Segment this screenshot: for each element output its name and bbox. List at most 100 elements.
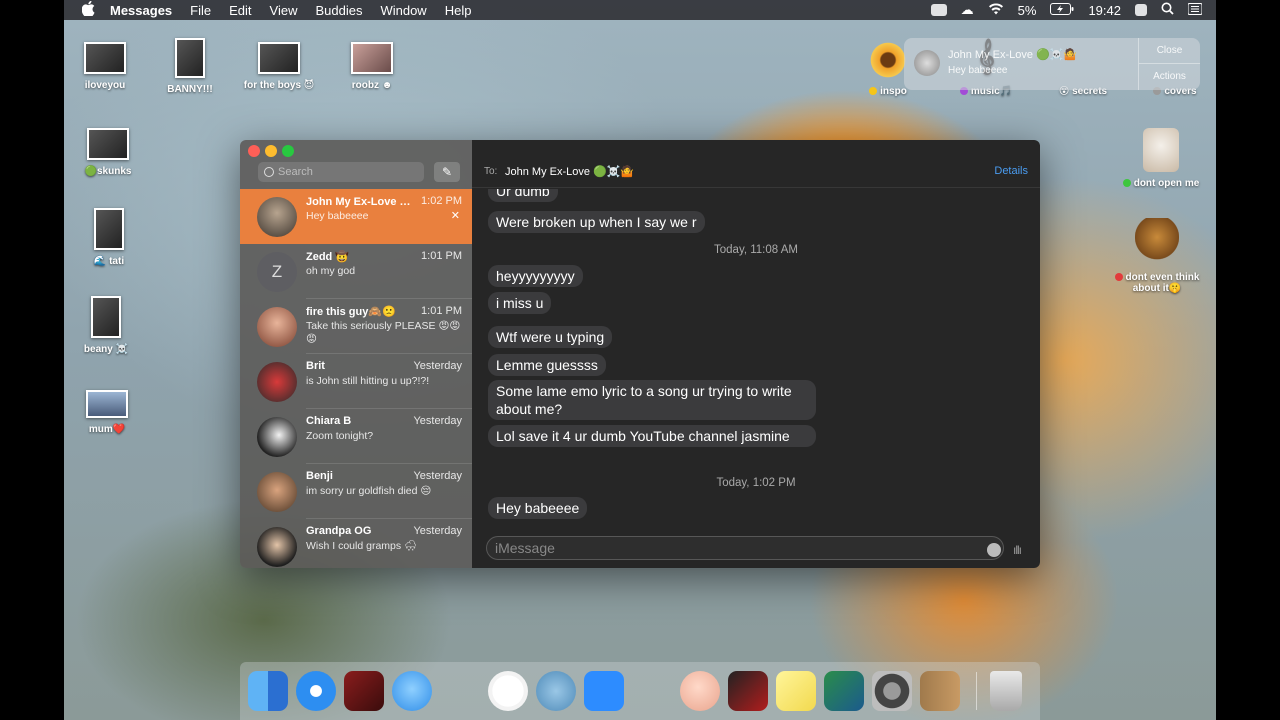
contact-avatar [257,362,297,402]
conversation-time: 1:01 PM [421,250,462,262]
photo-booth-icon[interactable] [344,671,384,711]
spotlight-icon[interactable] [1161,2,1174,18]
battery-icon[interactable] [1050,2,1074,18]
photo-thumbnail-icon [175,38,205,78]
finder-icon[interactable] [248,671,288,711]
notification-close-button[interactable]: Close [1139,38,1200,64]
message-bubble[interactable]: heyyyyyyyyy [488,265,583,287]
notification-center-icon[interactable] [1187,2,1203,18]
desktop-icon-beany[interactable]: beany ☠️ [64,296,151,355]
chat-pane: To: John My Ex-Love 🟢☠️🤷 Details Ur dumb… [472,140,1040,568]
battery-percent[interactable]: 5% [1018,3,1037,18]
conversation-chiara[interactable]: Chiara B Yesterday Zoom tonight? [240,409,472,464]
menu-view[interactable]: View [270,3,298,18]
desktop-icon-iloveyou[interactable]: iloveyou [64,42,150,91]
messages-icon[interactable] [392,671,432,711]
message-notification[interactable]: John My Ex-Love 🟢☠️🤷 Hey babeeee Close A… [904,38,1200,90]
notification-buttons: Close Actions [1138,38,1200,90]
desktop-folder-dont-open-me[interactable]: dont open me [1116,128,1206,189]
message-bubble[interactable]: i miss u [488,292,552,314]
conversation-time: Yesterday [413,360,462,372]
system-preferences-icon[interactable] [872,671,912,711]
face-icon[interactable] [680,671,720,711]
garageband-icon[interactable] [632,671,672,711]
to-label: To: [484,166,498,177]
menu-help[interactable]: Help [445,3,472,18]
desktop-icon-tati[interactable]: 🌊 tati [64,208,154,267]
conversation-preview: oh my god [306,265,356,277]
desktop-icon-skunks[interactable]: 🟢skunks [64,128,153,177]
sunflower-icon [868,40,908,80]
message-bubble[interactable]: Ur dumb [488,189,558,202]
contact-avatar [257,527,297,567]
contacts-icon[interactable] [920,671,960,711]
zoom-icon[interactable] [584,671,624,711]
conversation-name: John My Ex-Love 🟢… [306,196,416,208]
conversation-preview: Hey babeeee [306,210,369,222]
close-window-button[interactable] [248,145,260,157]
menu-window[interactable]: Window [380,3,426,18]
message-bubble[interactable]: Wtf were u typing [488,326,613,348]
safari-icon[interactable] [296,671,336,711]
message-bubble[interactable]: Some lame emo lyric to a song ur trying … [488,380,816,420]
search-input[interactable]: Search [258,162,424,182]
conversation-fire-this-guy[interactable]: fire this guy🙈🙁 1:01 PM Take this seriou… [240,299,472,354]
photo-thumbnail-icon [86,390,128,418]
creative-cloud-icon[interactable]: ☁ [961,2,974,18]
chat-header: To: John My Ex-Love 🟢☠️🤷 Details [472,140,1040,188]
menu-file[interactable]: File [190,3,211,18]
imessage-input[interactable]: iMessage [486,536,1004,560]
close-conversation-icon[interactable]: ✕ [451,209,460,222]
conversation-time: Yesterday [413,415,462,427]
desktop-icon-roobz[interactable]: roobz ☻ [327,42,417,91]
dock [240,662,1040,720]
emoji-icon[interactable] [987,543,1001,557]
trash-icon[interactable] [990,671,1022,711]
message-transcript[interactable]: Ur dumb Were broken up when I say we r T… [472,189,1040,529]
audio-message-icon[interactable]: ıllı [1013,543,1022,557]
timestamp: Today, 11:08 AM [714,244,798,256]
menu-buddies[interactable]: Buddies [315,3,362,18]
conversation-benji[interactable]: Benji Yesterday im sorry ur goldfish die… [240,464,472,519]
compose-button[interactable]: ✎ [434,162,460,182]
desktop-icon-banny[interactable]: BANNY!!! [145,38,235,95]
menu-app-name[interactable]: Messages [110,3,172,18]
photo-thumbnail-icon [351,42,393,74]
menu-clock[interactable]: 19:42 [1088,3,1121,18]
desktop-folder-dont-even-think[interactable]: dont even think about it🤫 [1112,218,1202,294]
photo-icon[interactable] [728,671,768,711]
conversation-time: 1:02 PM [421,195,462,207]
conversation-zedd[interactable]: Z Zedd 🤠 1:01 PM oh my god [240,244,472,299]
message-bubble[interactable]: Hey babeeee [488,497,588,519]
music-icon[interactable] [488,671,528,711]
recipient-name[interactable]: John My Ex-Love 🟢☠️🤷 [505,165,634,178]
message-bubble[interactable]: Lol save it 4 ur dumb YouTube channel ja… [488,425,816,447]
desktop-icon-mum[interactable]: mum❤️ [64,390,152,435]
conversation-time: 1:01 PM [421,305,462,317]
message-bubble[interactable]: Lemme guessss [488,354,606,376]
details-button[interactable]: Details [994,165,1028,177]
message-bubble[interactable]: Were broken up when I say we r [488,211,705,233]
conversation-grandpa[interactable]: Grandpa OG Yesterday Wish I could gramps… [240,519,472,568]
stickies-icon[interactable] [776,671,816,711]
wifi-icon[interactable] [988,2,1004,18]
notification-message: Hey babeeee [948,65,1008,76]
preview-icon[interactable] [824,671,864,711]
conversation-preview: Take this seriously PLEASE 😡😡😡 [306,320,461,345]
conversation-brit[interactable]: Brit Yesterday is John still hitting u u… [240,354,472,409]
conversation-john[interactable]: John My Ex-Love 🟢… 1:02 PM Hey babeeee ✕ [240,189,472,244]
contact-avatar: Z [257,252,297,292]
conversation-time: Yesterday [413,525,462,537]
desktop-icon-for-the-boys[interactable]: for the boys 😈 [234,42,324,91]
mascot-icon[interactable] [440,671,480,711]
zoom-status-icon[interactable] [930,4,947,16]
minimize-window-button[interactable] [265,145,277,157]
zoom-window-button[interactable] [282,145,294,157]
seal-icon[interactable] [536,671,576,711]
screen-mirroring-icon[interactable] [1135,4,1147,16]
apple-menu-icon[interactable] [81,0,96,19]
menu-edit[interactable]: Edit [229,3,251,18]
notification-actions-button[interactable]: Actions [1139,64,1200,90]
notification-avatar [914,50,940,76]
contact-avatar [257,197,297,237]
